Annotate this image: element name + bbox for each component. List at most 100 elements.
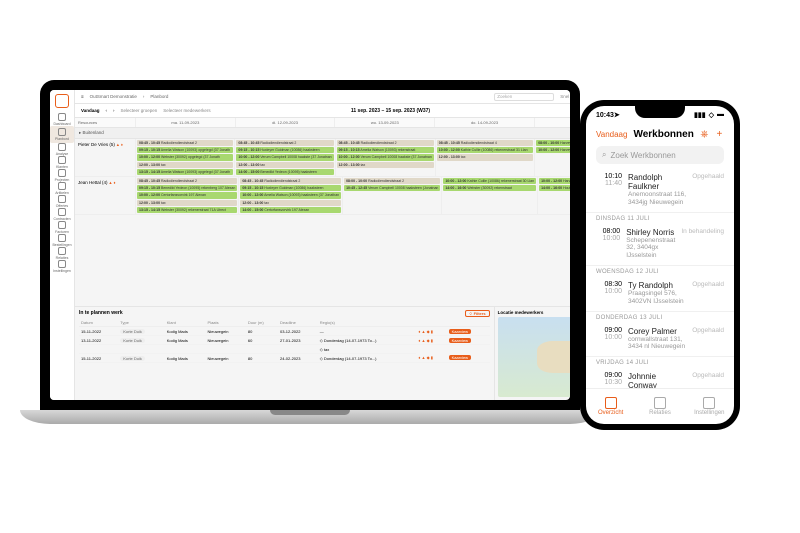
task-block[interactable]: 08:45 - 10:45 Radiodiendiendstraat 2 [137, 178, 237, 184]
map-view-button[interactable]: Kaarview [449, 338, 471, 343]
search-icon: ⌕ [602, 150, 606, 160]
nav-instellingen[interactable]: Instellingen [50, 260, 74, 273]
task-block[interactable]: 10:00 - 12:00 Kathie Cullie (10086) reke… [437, 147, 533, 153]
task-block[interactable]: 08:00 - 10:00 Radiodiendiendstraat 2 [344, 178, 440, 184]
tab-overzicht[interactable]: Overzicht [586, 389, 635, 424]
schedule-cell[interactable]: 08:45 - 10:45 Radiodiendiendstraat 209:1… [135, 139, 234, 176]
nav-planbord[interactable]: Planbord [50, 126, 74, 143]
schedule-cell[interactable]: 10:00 - 12:00 Harvey Dickinson (10097) H… [537, 177, 570, 214]
work-row[interactable]: 15-11-2022Korte DuikKodig MadsNieuwegein… [79, 354, 490, 363]
select-groups[interactable]: Selecteer groepen [121, 108, 158, 113]
resource-name[interactable]: Jean Hettal (4) ▲♦ [75, 177, 135, 214]
task-block[interactable]: 14:00 - 16:00 Webster (30092) rekenstraa… [443, 185, 536, 191]
task-block[interactable]: 13:15 - 14:15 Webster (30092) rekenerstr… [137, 207, 237, 213]
schedule-cell[interactable]: 08:00 - 10:00 Harvey Dickinson (10087) H… [534, 139, 570, 176]
status-icon: ♦ ▲ ◆ ▮ [418, 329, 433, 334]
tab-instellingen[interactable]: Instellingen [685, 389, 734, 424]
schedule-cell[interactable]: 10:00 - 12:00 Kathie Cullie (10086) reke… [441, 177, 537, 214]
phone-mockup: 10:43 ➤ ▮▮▮◇▬ Vandaag Werkbonnen ⎈ + ⌕ Z… [580, 100, 740, 430]
task-block[interactable]: 10:00 - 12:00 Kathie Cullie (10086) reke… [443, 178, 536, 184]
search-input[interactable]: Zoeken [494, 93, 554, 101]
schedule-cell[interactable]: 08:45 - 10:45 Radiodiendiendstraat 209:1… [238, 177, 342, 214]
filter-icon[interactable]: ⎈ [700, 128, 709, 140]
task-block[interactable]: 14:00 - 15:00 Benedikt Yedeon (10095) ha… [236, 169, 333, 175]
section-header: VRIJDAG 14 JULI [586, 357, 734, 367]
nav-relaties[interactable]: Relaties [50, 247, 74, 260]
task-block[interactable]: 12:00 - 13:00 tax [236, 162, 333, 168]
map-view-button[interactable]: Kaarview [449, 329, 471, 334]
task-block[interactable]: 10:00 - 12:00 Amelia Watson (10093) haak… [240, 192, 341, 198]
schedule-cell[interactable]: 08:45 - 10:45 Radiodiendiendstraat 209:1… [135, 177, 238, 214]
nav-dashboard[interactable]: Dashboard [50, 113, 74, 126]
nav-projecten[interactable]: Projecten [50, 169, 74, 182]
task-block[interactable]: 08:45 - 10:45 Radiodiendiendstraat 2 [337, 140, 434, 146]
nav-facturen[interactable]: Facturen [50, 221, 74, 234]
task-block[interactable]: 12:00 - 13:00 tax [437, 154, 533, 160]
task-block[interactable]: 12:00 - 13:00 tax [337, 162, 434, 168]
task-block[interactable]: 13:15 - 14:15 Amelia Watson (10093) opge… [137, 169, 233, 175]
map[interactable] [498, 317, 570, 397]
task-block[interactable]: 09:15 - 10:15 Huxleyer Guidman (10086) h… [240, 185, 341, 191]
nav-bestellingen[interactable]: Bestellingen [50, 234, 74, 247]
workorder-list[interactable]: 10:1011:40Randolph FaulknerAnemoonstraat… [586, 168, 734, 388]
nav-contracten[interactable]: Contracten [50, 208, 74, 221]
schedule-cell[interactable]: 08:45 - 10:45 Radiodiendiendstraat 209:1… [234, 139, 334, 176]
schedule-cell[interactable]: 08:00 - 10:00 Radiodiendiendstraat 210:4… [342, 177, 441, 214]
signal-icon: ▮▮▮ [694, 111, 706, 119]
work-row[interactable]: ◇ tax [79, 345, 490, 354]
search-input[interactable]: ⌕ Zoek Werkbonnen [596, 146, 724, 164]
prev-icon[interactable]: ‹ [106, 108, 108, 113]
task-block[interactable]: 09:15 - 10:15 Amelia Watson (10093) opge… [137, 147, 233, 153]
task-block[interactable]: 09:15 - 10:15 Amelia Watson (10093) reke… [337, 147, 434, 153]
today-button[interactable]: Vandaag [81, 108, 100, 113]
resource-name[interactable]: Pieter De Vries (5) ▲♦ [75, 139, 135, 176]
work-row[interactable]: 15-11-2022Korte DuikKodig MadsNieuwegein… [79, 327, 490, 336]
nav-artikelen[interactable]: Artikelen [50, 182, 74, 195]
nav-analyse[interactable]: Analyse [50, 143, 74, 156]
task-block[interactable]: 10:00 - 12:00 Verum Campbell 10008 haaks… [337, 154, 434, 160]
nav-offertes[interactable]: Offertes [50, 195, 74, 208]
list-item[interactable]: 09:0010:00Corey Palmercornwallstraat 131… [586, 322, 734, 358]
breadcrumb-org[interactable]: OutSmart Demonstratie [90, 94, 137, 99]
task-block[interactable]: 12:00 - 13:00 tax [137, 200, 237, 206]
task-block[interactable]: 09:15 - 10:15 Huxleyer Guidman (10086) h… [236, 147, 333, 153]
wifi-icon: ◇ [709, 111, 714, 119]
list-item[interactable]: 08:3010:00Ty RandolphPraagsingel 576, 34… [586, 276, 734, 312]
list-item[interactable]: 09:0010:30Johnnie Conwayzwaardenburg 131… [586, 367, 734, 388]
task-block[interactable]: 14:00 - 15:00 Certorfansvorvirk 197 Alex… [240, 207, 341, 213]
group-row[interactable]: ▸ Buitenland [75, 128, 570, 139]
address: Schepenenstraat 32, 3404gx IJsselstein [626, 237, 675, 260]
unplanned-title: In te plannen werk [79, 310, 123, 317]
task-block[interactable]: 10:00 - 12:00 Harvey Dickinson (10097) H… [539, 178, 570, 184]
filters-button[interactable]: ♢ Filters [465, 310, 490, 317]
task-block[interactable]: 08:00 - 10:00 Harvey Dickinson (10087) H… [536, 140, 570, 146]
task-block[interactable]: 12:00 - 13:00 tax [240, 200, 341, 206]
task-block[interactable]: 10:00 - 12:00 Certorfansvorvirk 197 Alex… [137, 192, 237, 198]
today-link[interactable]: Vandaag [596, 130, 627, 139]
task-block[interactable]: 08:45 - 10:45 Radiodiendiendstraat 2 [137, 140, 233, 146]
task-block[interactable]: 09:15 - 10:15 Benedikt Yedeon (10095) re… [137, 185, 237, 191]
task-block[interactable]: 08:45 - 10:45 Radiodiendiendstraat 2 [240, 178, 341, 184]
next-icon[interactable]: › [113, 108, 115, 113]
add-icon[interactable]: + [715, 128, 724, 140]
map-view-button[interactable]: Kaarview [449, 355, 471, 360]
task-block[interactable]: 10:00 - 12:00 Verum Campbell 10008 haaks… [236, 154, 333, 160]
hamburger-icon[interactable]: ≡ [81, 94, 84, 99]
task-block[interactable]: 12:00 - 13:00 tax [137, 162, 233, 168]
task-block[interactable]: 08:45 - 10:45 Radiodiendiendstraat 4 [437, 140, 533, 146]
quick-open[interactable]: Snel openen [560, 94, 570, 99]
nav-klanten[interactable]: Klanten [50, 156, 74, 169]
tab-relaties[interactable]: Relaties [635, 389, 684, 424]
task-block[interactable]: 08:45 - 10:45 Radiodiendiendstraat 2 [236, 140, 333, 146]
select-workers[interactable]: Selecteer medewerkers [163, 108, 210, 113]
list-item[interactable]: 10:1011:40Randolph FaulknerAnemoonstraat… [586, 168, 734, 213]
task-block[interactable]: 10:45 - 12:45 Verum Campbell 10008 haaks… [344, 185, 440, 191]
schedule-cell[interactable]: 08:45 - 10:45 Radiodiendiendstraat 209:1… [335, 139, 435, 176]
task-block[interactable]: 10:00 - 12:00 Webster (30092) opgelegd (… [137, 154, 233, 160]
date-range[interactable]: 11 sep. 2023 – 15 sep. 2023 (W37) [351, 108, 430, 114]
task-block[interactable]: 10:00 - 12:00 Harvey Dickinson (10097) H… [536, 147, 570, 153]
list-item[interactable]: 08:0010:00Shirley NorrisSchepenenstraat … [586, 223, 734, 266]
task-block[interactable]: 14:00 - 16:00 Houtenstraat 2 [539, 185, 570, 191]
schedule-cell[interactable]: 08:45 - 10:45 Radiodiendiendstraat 410:0… [435, 139, 534, 176]
work-row[interactable]: 13-11-2022Korte DuikKodig MadsNieuwegein… [79, 336, 490, 345]
